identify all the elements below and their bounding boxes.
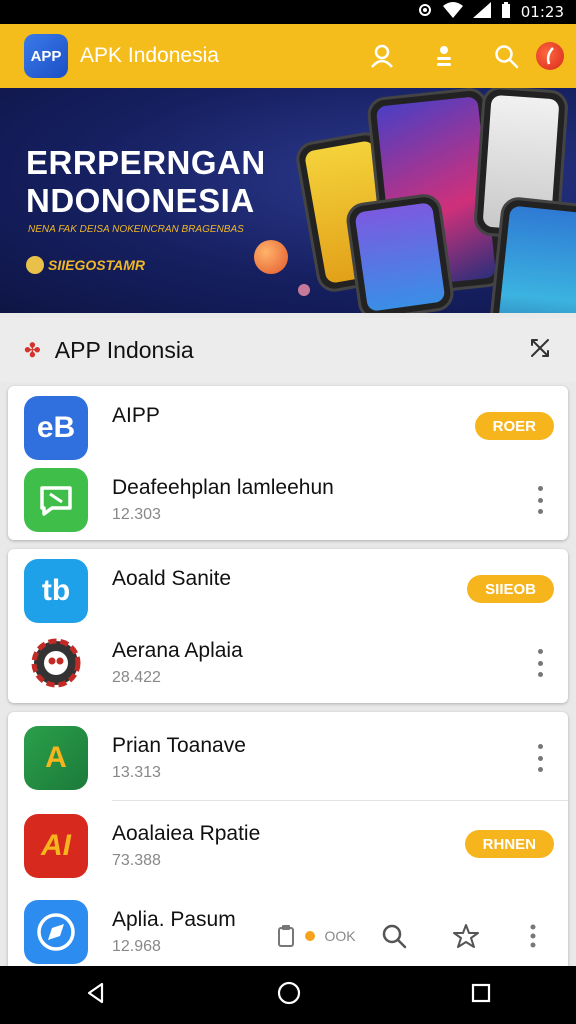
toolbar-label[interactable]: OOK [318, 916, 362, 956]
search-icon[interactable] [482, 32, 530, 80]
status-dot-icon [302, 916, 318, 956]
clock: 01:23 [520, 3, 564, 21]
app-icon-label: tb [41, 574, 71, 607]
app-icon [24, 468, 88, 532]
home-icon[interactable] [276, 980, 302, 1011]
app-bar: APP APK Indonesia [0, 24, 576, 88]
bottom-toolbar: OOK [270, 916, 560, 956]
chat-icon [40, 486, 72, 516]
banner-headline-line-2: NDONONESIA [26, 182, 255, 219]
app-name: Aplia. Pasum [112, 908, 236, 931]
back-icon[interactable] [84, 981, 108, 1010]
list-item[interactable]: Aerana Aplaia 28.422 [8, 621, 568, 703]
divider [112, 800, 568, 801]
app-name: Aoald Sanite [112, 567, 232, 590]
gear-icon [26, 256, 44, 274]
app-name: Aoalaiea Rpatie [112, 822, 261, 845]
compass-icon [37, 913, 75, 951]
app-icon [24, 900, 88, 964]
favorites-icon[interactable] [426, 916, 506, 956]
section-title: APP Indonsia [54, 336, 194, 363]
decorative-orb [298, 284, 310, 296]
clipboard-icon[interactable] [270, 916, 302, 956]
app-title: APK Indonesia [80, 44, 219, 67]
collapse-icon[interactable] [528, 336, 552, 365]
list-item[interactable]: AI Aoalaiea Rpatie 73.388 RHNEN [8, 804, 568, 888]
more-options-icon[interactable] [536, 744, 544, 772]
signal-icon [472, 2, 491, 22]
app-meta: 73.388 [112, 852, 161, 869]
wifi-icon [442, 2, 463, 22]
phone-illustration [344, 191, 456, 313]
app-icon: eB [24, 396, 88, 460]
settings-icon [417, 2, 433, 22]
app-icon: AI [24, 814, 88, 878]
list-item[interactable]: A Prian Toanave 13.313 [8, 716, 568, 800]
app-logo[interactable]: APP [24, 34, 68, 78]
banner-tagline: NENA FAK DEISA NOKEINCRAN BRAGENBAS [28, 224, 244, 235]
app-icon: tb [24, 559, 88, 623]
more-options-icon[interactable] [536, 649, 544, 677]
banner-headline-line-1: ERRPERNGAN [26, 144, 266, 181]
app-icon-label: A [45, 741, 67, 774]
action-chip[interactable]: ROER [474, 412, 554, 440]
app-meta: 12.968 [112, 938, 161, 955]
app-name: AIPP [112, 404, 160, 427]
banner-headline: ERRPERNGAN NDONONESIA [26, 144, 266, 220]
app-meta: 28.422 [112, 669, 161, 686]
search-icon[interactable] [362, 916, 426, 956]
app-name: Deafeehplan lamleehun [112, 476, 334, 499]
banner-sub-brand-label: SIIEGOSTAMR [48, 257, 145, 273]
list-item[interactable]: Deafeehplan lamleehun 12.303 [8, 458, 568, 540]
flag-icon: ✤ [24, 339, 41, 362]
more-options-icon[interactable] [506, 916, 560, 956]
promo-banner[interactable]: ERRPERNGAN NDONONESIA NENA FAK DEISA NOK… [0, 88, 576, 313]
action-chip[interactable]: SIIEOB [467, 575, 554, 603]
profile-avatar[interactable] [536, 42, 564, 70]
more-options-icon[interactable] [536, 486, 544, 514]
app-icon-label: AI [41, 829, 71, 862]
user-list-icon[interactable] [420, 32, 468, 80]
section-header: ✤ APP Indonsia [0, 318, 576, 382]
action-chip[interactable]: RHNEN [464, 830, 554, 858]
app-card: eB AIPP ROER Deafeehplan lamleehun 12.30… [8, 386, 568, 540]
app-meta: 12.303 [112, 506, 161, 523]
app-meta: 13.313 [112, 764, 161, 781]
battery-icon [501, 2, 511, 22]
app-icon-label: eB [36, 411, 76, 444]
recents-icon[interactable] [470, 982, 492, 1009]
app-card: tb Aoald Sanite SIIEOB Aerana Aplaia 28.… [8, 549, 568, 703]
app-name: Prian Toanave [112, 734, 246, 757]
app-icon [24, 631, 88, 695]
app-name: Aerana Aplaia [112, 639, 243, 662]
account-icon[interactable] [358, 32, 406, 80]
banner-sub-brand: SIIEGOSTAMR [26, 256, 145, 274]
status-bar: 01:23 [0, 0, 576, 24]
gear-icon [31, 638, 81, 688]
decorative-orb [254, 240, 288, 274]
navigation-bar [0, 966, 576, 1024]
app-icon: A [24, 726, 88, 790]
